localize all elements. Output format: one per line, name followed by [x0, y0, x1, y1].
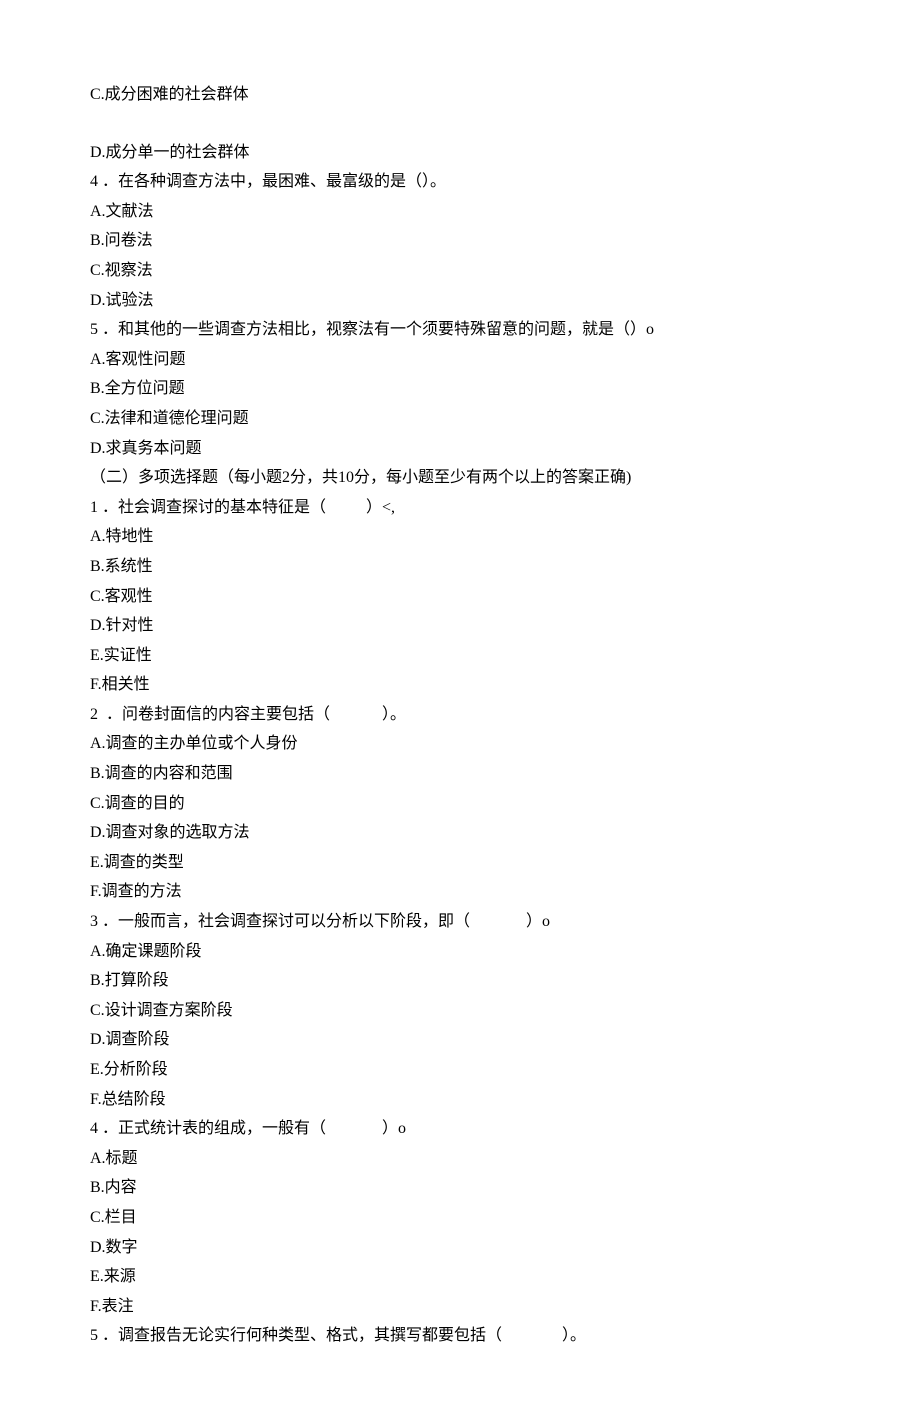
text-line: B.内容	[90, 1173, 830, 1203]
text-line: F.调查的方法	[90, 877, 830, 907]
text-line: A.标题	[90, 1144, 830, 1174]
text-line: B.全方位问题	[90, 374, 830, 404]
blank-line	[90, 110, 830, 138]
text-line: B.系统性	[90, 552, 830, 582]
text-line: 4 ．在各种调查方法中，最困难、最富级的是（）。	[90, 167, 830, 197]
text-line: A.特地性	[90, 522, 830, 552]
text-line: 3 ．一般而言，社会调查探讨可以分析以下阶段，即（ ）o	[90, 907, 830, 937]
text-line: B.打算阶段	[90, 966, 830, 996]
text-line: D.针对性	[90, 611, 830, 641]
text-line: 5 ．调查报告无论实行何种类型、格式，其撰写都要包括（ ）。	[90, 1321, 830, 1351]
text-line: F.总结阶段	[90, 1085, 830, 1115]
text-line: D.求真务本问题	[90, 434, 830, 464]
text-line: C.法律和道德伦理问题	[90, 404, 830, 434]
text-line: C.成分困难的社会群体	[90, 80, 830, 110]
text-line: E.实证性	[90, 641, 830, 671]
text-line: 4 ．正式统计表的组成，一般有（ ）o	[90, 1114, 830, 1144]
text-line: E.调查的类型	[90, 848, 830, 878]
text-line: A.客观性问题	[90, 345, 830, 375]
text-line: C.客观性	[90, 582, 830, 612]
text-line: （二）多项选择题（每小题2分，共10分，每小题至少有两个以上的答案正确)	[90, 463, 830, 493]
text-line: A.调查的主办单位或个人身份	[90, 729, 830, 759]
text-line: F.相关性	[90, 670, 830, 700]
text-line: D.试验法	[90, 286, 830, 316]
text-line: C.调查的目的	[90, 789, 830, 819]
text-line: 5 ．和其他的一些调查方法相比，视察法有一个须要特殊留意的问题，就是（）o	[90, 315, 830, 345]
text-line: B.调查的内容和范围	[90, 759, 830, 789]
text-line: E.来源	[90, 1262, 830, 1292]
text-line: 2 ．问卷封面信的内容主要包括（ ）。	[90, 700, 830, 730]
text-line: F.表注	[90, 1292, 830, 1322]
text-line: C.栏目	[90, 1203, 830, 1233]
document-body: C.成分困难的社会群体 D.成分单一的社会群体4 ．在各种调查方法中，最困难、最富…	[90, 80, 830, 1351]
text-line: D.数字	[90, 1233, 830, 1263]
text-line: A.文献法	[90, 197, 830, 227]
text-line: C.视察法	[90, 256, 830, 286]
text-line: B.问卷法	[90, 226, 830, 256]
text-line: D.调查阶段	[90, 1025, 830, 1055]
text-line: A.确定课题阶段	[90, 937, 830, 967]
text-line: D.调查对象的选取方法	[90, 818, 830, 848]
text-line: D.成分单一的社会群体	[90, 138, 830, 168]
text-line: E.分析阶段	[90, 1055, 830, 1085]
text-line: 1 ．社会调查探讨的基本特征是（ ）<,	[90, 493, 830, 523]
text-line: C.设计调查方案阶段	[90, 996, 830, 1026]
